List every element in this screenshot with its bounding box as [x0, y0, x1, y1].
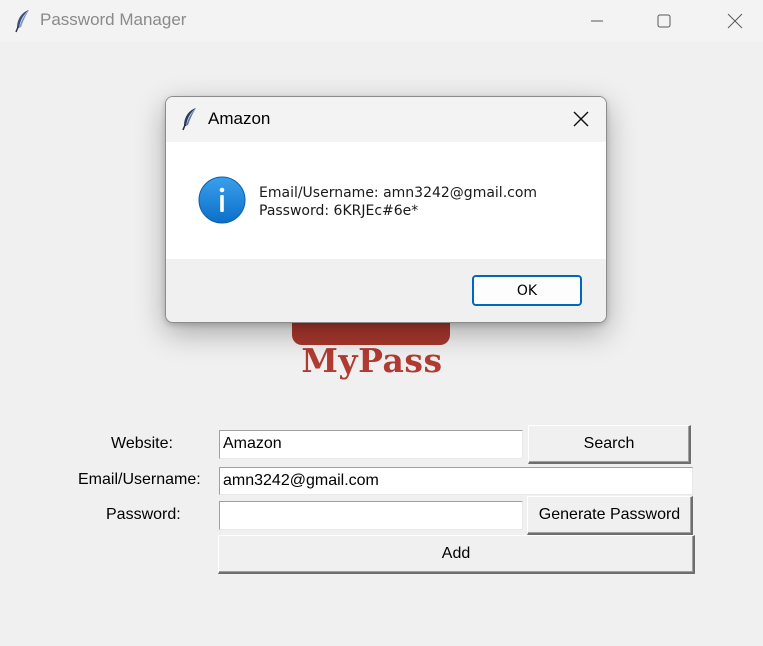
add-button[interactable]: Add	[218, 535, 695, 574]
logo-text: MyPass	[301, 341, 443, 380]
dialog-title-bar[interactable]: Amazon	[166, 97, 606, 142]
title-bar[interactable]: Password Manager	[0, 0, 763, 42]
feather-icon	[14, 9, 32, 33]
dialog-message-password: Password: 6KRJEc#6e*	[259, 203, 419, 219]
website-label: Website:	[111, 435, 173, 452]
dialog-message: Email/Username: amn3242@gmail.com Passwo…	[259, 184, 537, 220]
minimize-button[interactable]	[574, 0, 620, 42]
window-title: Password Manager	[40, 10, 187, 29]
info-dialog: Amazon Email/Username: amn3242@gmail.com…	[165, 96, 607, 323]
email-label: Email/Username:	[78, 471, 201, 488]
main-window: Password Manager MyPass Website: Amazon …	[0, 0, 763, 646]
feather-icon	[181, 107, 199, 131]
search-button[interactable]: Search	[528, 425, 691, 464]
info-icon	[198, 176, 246, 224]
email-input[interactable]: amn3242@gmail.com	[219, 467, 693, 495]
dialog-footer: OK	[166, 259, 606, 322]
close-icon	[573, 111, 589, 127]
dialog-body: Email/Username: amn3242@gmail.com Passwo…	[166, 142, 606, 259]
ok-button[interactable]: OK	[472, 275, 582, 306]
close-button[interactable]	[712, 0, 758, 42]
dialog-message-email: Email/Username: amn3242@gmail.com	[259, 185, 538, 201]
password-label: Password:	[106, 506, 181, 523]
password-input[interactable]	[219, 501, 523, 530]
close-icon	[727, 13, 743, 29]
maximize-icon	[657, 14, 671, 28]
dialog-title: Amazon	[208, 109, 271, 128]
minimize-icon	[591, 20, 603, 22]
dialog-close-button[interactable]	[564, 103, 598, 135]
generate-password-button[interactable]: Generate Password	[527, 496, 693, 535]
maximize-button[interactable]	[641, 0, 687, 42]
website-input[interactable]: Amazon	[219, 430, 523, 459]
